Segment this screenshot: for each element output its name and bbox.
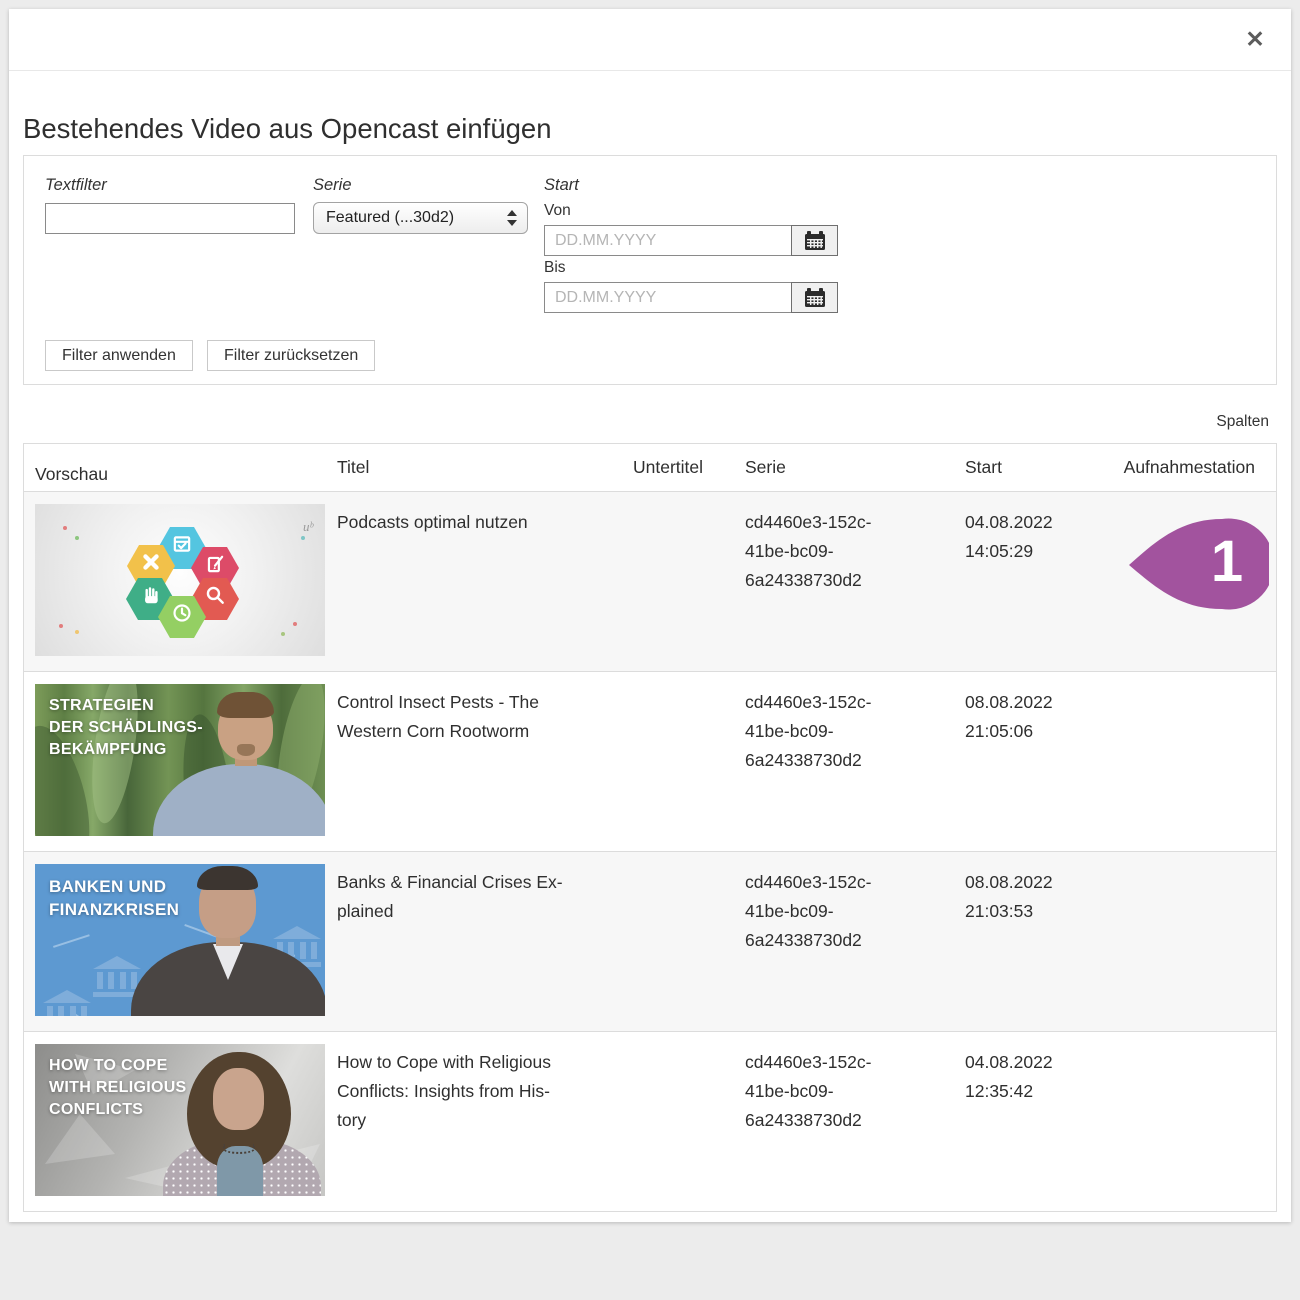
decor-dot [281,632,285,636]
video-start: 04.08.2022 14:05:29 [965,492,1113,671]
person-head [213,1068,264,1130]
start-label: Start [544,176,579,195]
decor-dot [75,630,79,634]
close-icon[interactable]: ✕ [1239,23,1271,55]
calendar-icon [804,231,826,251]
video-thumbnail: HOW TO COPE WITH RELIGIOUS CONFLICTS [35,1044,325,1196]
person-hair [197,866,258,890]
table-header-row: Vorschau Titel Untertitel Serie Start Au… [24,444,1276,491]
video-thumbnail: BANKEN UND FINANZKRISEN [35,864,325,1016]
date-von-input[interactable] [544,225,791,256]
video-aufnahmestation [1113,1032,1265,1211]
video-thumbnail: uᵇ [35,504,325,656]
decor-dot [301,536,305,540]
select-arrows-icon [507,210,517,226]
video-start: 04.08.2022 12:35:42 [965,1032,1113,1211]
magnifier-icon [204,584,226,615]
video-untertitel [633,672,745,851]
textfilter-input[interactable] [45,203,295,234]
network-line [53,934,90,948]
person-beard [237,744,255,756]
preview-cell: HOW TO COPE WITH RELIGIOUS CONFLICTS [24,1032,337,1211]
bis-label: Bis [544,259,566,277]
video-untertitel [633,852,745,1031]
preview-cell: uᵇ [24,492,337,671]
thumbnail-caption: BANKEN UND FINANZKRISEN [49,875,179,922]
x-mark-icon [140,551,162,582]
video-title: Banks & Financial Crises Ex- plained [337,852,633,1031]
video-serie: cd4460e3-152c- 41be-bc09- 6a24338730d2 [745,492,965,671]
bis-calendar-button[interactable] [791,282,838,313]
preview-cell: BANKEN UND FINANZKRISEN [24,852,337,1031]
table-row[interactable]: HOW TO COPE WITH RELIGIOUS CONFLICTS How … [24,1031,1276,1211]
filter-reset-button[interactable]: Filter zurücksetzen [207,340,375,371]
video-start: 08.08.2022 21:05:06 [965,672,1113,851]
decor-dot [75,536,79,540]
thumbnail-caption: STRATEGIEN DER SCHÄDLINGS- BEKÄMPFUNG [49,695,203,761]
modal-topbar: ✕ [9,9,1291,71]
video-aufnahmestation [1113,492,1265,671]
video-untertitel [633,492,745,671]
video-start: 08.08.2022 21:03:53 [965,852,1113,1031]
video-serie: cd4460e3-152c- 41be-bc09- 6a24338730d2 [745,1032,965,1211]
video-title: How to Cope with Religious Conflicts: In… [337,1032,633,1211]
table-row[interactable]: STRATEGIEN DER SCHÄDLINGS- BEKÄMPFUNG Con… [24,671,1276,851]
decor-dot [63,526,67,530]
date-bis-input[interactable] [544,282,791,313]
calendar-check-icon [171,533,193,564]
video-thumbnail: STRATEGIEN DER SCHÄDLINGS- BEKÄMPFUNG [35,684,325,836]
filter-panel: Textfilter Serie Featured (...30d2) Star… [23,155,1277,385]
necklace [223,1144,255,1154]
filter-apply-button[interactable]: Filter anwenden [45,340,193,371]
serie-select[interactable]: Featured (...30d2) [313,202,528,234]
serie-selected-value: Featured (...30d2) [326,209,454,226]
columns-menu-toggle[interactable]: Spalten [1216,413,1269,431]
bank-icon [43,990,91,1016]
serie-label: Serie [313,176,352,195]
video-serie: cd4460e3-152c- 41be-bc09- 6a24338730d2 [745,672,965,851]
decor-dot [293,622,297,626]
header-titel: Titel [337,453,633,482]
thumbnail-caption: HOW TO COPE WITH RELIGIOUS CONFLICTS [49,1055,187,1121]
hand-icon [139,584,161,615]
calendar-icon [804,288,826,308]
header-vorschau: Vorschau [24,446,337,489]
von-calendar-button[interactable] [791,225,838,256]
table-body: uᵇPodcasts optimal nutzen cd4460e3-152c- … [24,491,1276,1211]
page-title: Bestehendes Video aus Opencast einfügen [23,113,552,145]
header-start: Start [965,453,1113,482]
von-label: Von [544,202,571,220]
video-aufnahmestation [1113,852,1265,1031]
preview-cell: STRATEGIEN DER SCHÄDLINGS- BEKÄMPFUNG [24,672,337,851]
table-row[interactable]: BANKEN UND FINANZKRISEN Banks & Financial… [24,851,1276,1031]
video-title: Podcasts optimal nutzen [337,492,633,671]
video-table: Vorschau Titel Untertitel Serie Start Au… [23,443,1277,1212]
video-title: Control Insect Pests - The Western Corn … [337,672,633,851]
table-row[interactable]: uᵇPodcasts optimal nutzen cd4460e3-152c- … [24,491,1276,671]
abstract-shard [45,1114,115,1164]
header-serie: Serie [745,453,965,482]
decor-dot [59,624,63,628]
opencast-insert-modal: ✕ Bestehendes Video aus Opencast einfüge… [9,9,1291,1222]
video-aufnahmestation [1113,672,1265,851]
video-untertitel [633,1032,745,1211]
video-serie: cd4460e3-152c- 41be-bc09- 6a24338730d2 [745,852,965,1031]
clock-icon [171,602,193,633]
textfilter-label: Textfilter [45,176,107,195]
person-hair [217,692,274,718]
header-aufnahmestation: Aufnahmestation [1113,453,1265,482]
header-untertitel: Untertitel [633,453,745,482]
